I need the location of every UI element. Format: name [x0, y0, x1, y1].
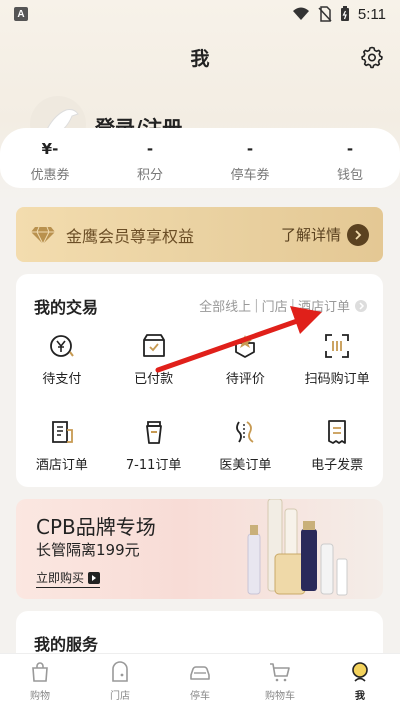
- car-icon: [190, 666, 210, 680]
- order-label: 扫码购订单: [304, 372, 370, 387]
- no-sim-icon: [318, 6, 332, 22]
- services-title: 我的服务: [34, 635, 99, 654]
- stat-value: ¥-: [41, 140, 59, 158]
- nav-store[interactable]: 门店: [80, 654, 160, 711]
- order-medical-beauty[interactable]: 医美订单: [200, 412, 292, 498]
- filter-all-online[interactable]: 全部线上: [199, 296, 251, 315]
- learn-more-label: 了解详情: [280, 226, 341, 244]
- my-transactions-card: 我的交易 全部线上 | 门店 | 酒店订单 待支付 已付款 待评价 扫码购订单 …: [16, 274, 383, 487]
- play-arrow-icon: [88, 571, 101, 584]
- order-label: 7-11订单: [125, 458, 182, 473]
- stat-value: -: [146, 140, 154, 158]
- stats-card: ¥- 优惠券 - 积分 - 停车券 - 钱包: [0, 128, 400, 188]
- cart-icon: [270, 663, 290, 682]
- hotel-order-icon: [51, 421, 73, 443]
- nav-label: 购物车: [265, 691, 295, 702]
- chevron-right-icon[interactable]: [355, 299, 367, 312]
- pending-payment-icon: [49, 335, 74, 357]
- nav-profile[interactable]: 我: [320, 654, 400, 711]
- gear-icon[interactable]: [360, 45, 384, 69]
- stat-value: -: [346, 140, 354, 158]
- divider: |: [290, 298, 295, 313]
- stat-points[interactable]: - 积分: [100, 140, 200, 188]
- buy-now-link[interactable]: 立即购买: [36, 569, 101, 588]
- bottom-navigation: 购物 门店 停车 购物车 我: [0, 653, 400, 711]
- nav-shopping[interactable]: 购物: [0, 654, 80, 711]
- nav-parking[interactable]: 停车: [160, 654, 240, 711]
- stat-label: 停车券: [230, 168, 270, 183]
- nav-label: 门店: [110, 691, 130, 702]
- filter-store[interactable]: 门店: [262, 296, 288, 315]
- nav-cart[interactable]: 购物车: [240, 654, 320, 711]
- promo-subtitle: 长管隔离199元: [36, 541, 140, 559]
- scan-order-icon: [325, 334, 350, 358]
- divider: |: [254, 298, 259, 313]
- cup-order-icon: [145, 421, 162, 444]
- stat-coupons[interactable]: ¥- 优惠券: [0, 140, 100, 188]
- cosmetics-product-image: [247, 499, 348, 596]
- stat-value: -: [246, 140, 254, 158]
- profile-icon: [352, 662, 368, 682]
- order-paid[interactable]: 已付款: [108, 326, 200, 412]
- status-bar: A 5:11: [0, 0, 400, 28]
- nav-label: 我: [355, 691, 365, 702]
- order-scan-purchase[interactable]: 扫码购订单: [291, 326, 383, 412]
- order-label: 医美订单: [219, 458, 272, 473]
- order-e-invoice[interactable]: 电子发票: [291, 412, 383, 498]
- cpb-promo-banner[interactable]: CPB品牌专场 长管隔离199元 立即购买: [16, 499, 383, 599]
- learn-more-link[interactable]: 了解详情: [280, 223, 369, 246]
- paid-box-icon: [142, 334, 165, 357]
- order-hotel[interactable]: 酒店订单: [16, 412, 108, 498]
- clock: 5:11: [357, 5, 386, 23]
- stat-label: 优惠券: [30, 168, 70, 183]
- order-filters: 全部线上 | 门店 | 酒店订单: [199, 296, 367, 315]
- promo-title: CPB品牌专场: [36, 515, 156, 539]
- order-label: 酒店订单: [35, 458, 88, 473]
- order-label: 电子发票: [311, 458, 364, 473]
- order-label: 已付款: [134, 372, 174, 387]
- nav-label: 停车: [190, 691, 210, 702]
- buy-now-label: 立即购买: [36, 571, 85, 585]
- e-invoice-icon: [328, 420, 347, 444]
- nav-label: 购物: [30, 691, 50, 702]
- notification-badge: A: [14, 7, 28, 21]
- store-icon: [112, 661, 128, 682]
- medical-beauty-icon: [236, 421, 254, 443]
- stat-parking-coupons[interactable]: - 停车券: [200, 140, 300, 188]
- stat-label: 积分: [136, 168, 163, 183]
- wifi-icon: [292, 7, 309, 20]
- order-label: 待支付: [42, 372, 82, 387]
- order-label: 待评价: [225, 372, 265, 387]
- diamond-icon: [31, 226, 55, 245]
- order-pending-payment[interactable]: 待支付: [16, 326, 108, 412]
- battery-icon: [340, 6, 349, 21]
- member-banner-text: 金鹰会员尊享权益: [66, 226, 195, 246]
- order-711[interactable]: 7-11订单: [108, 412, 200, 498]
- stat-wallet[interactable]: - 钱包: [300, 140, 400, 188]
- shopping-bag-icon: [32, 662, 48, 682]
- stat-label: 钱包: [336, 168, 363, 183]
- page-title: 我: [190, 48, 210, 70]
- review-icon: [235, 335, 256, 358]
- transactions-title: 我的交易: [34, 298, 99, 317]
- order-to-review[interactable]: 待评价: [200, 326, 292, 412]
- member-benefits-banner[interactable]: 金鹰会员尊享权益 了解详情: [16, 207, 383, 262]
- filter-hotel-orders[interactable]: 酒店订单: [298, 296, 350, 315]
- chevron-right-icon: [347, 223, 369, 246]
